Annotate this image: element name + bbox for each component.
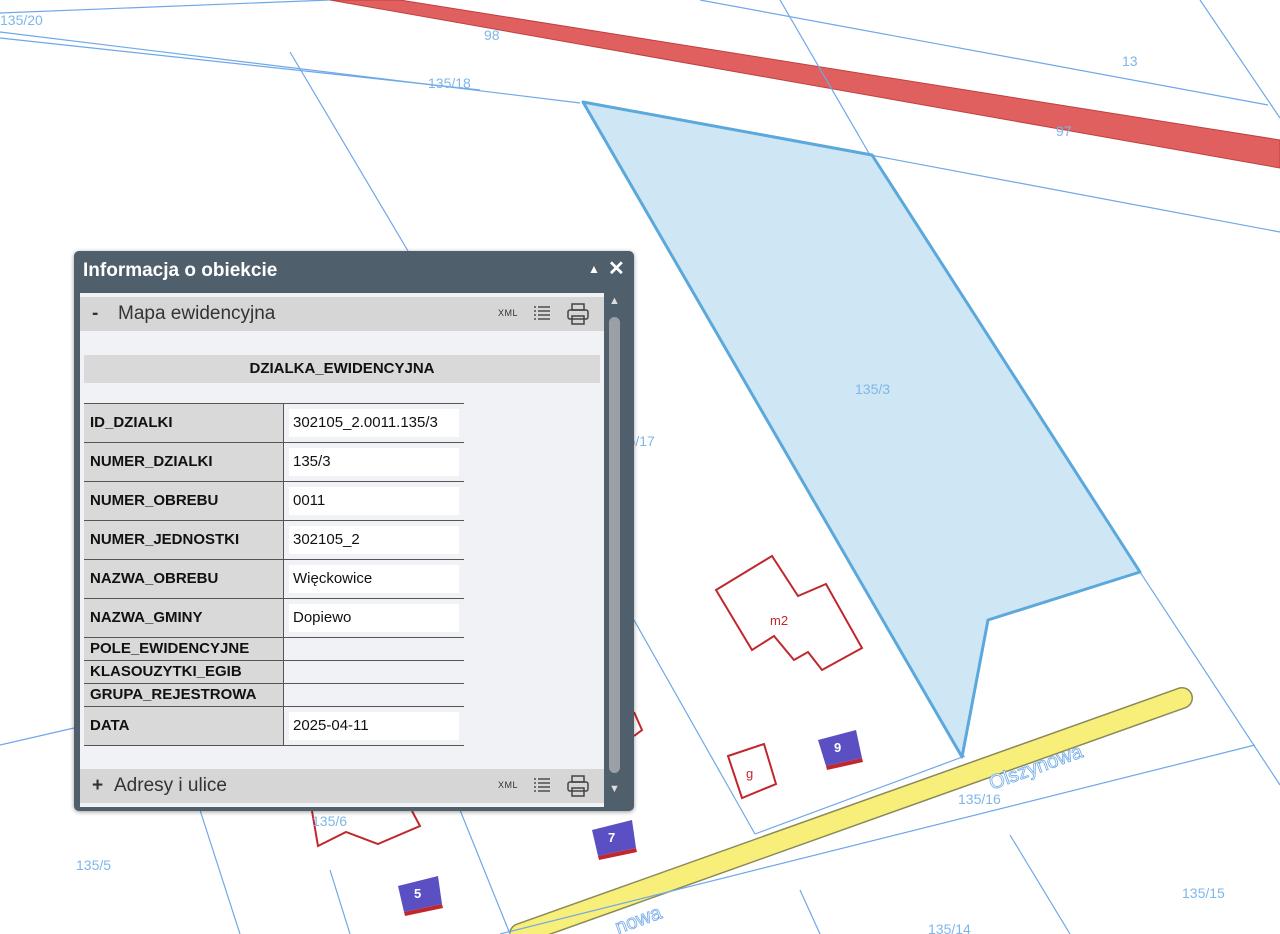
table-row: NAZWA_GMINY Dopiewo (84, 599, 464, 638)
panel-title: Informacja o obiekcie (83, 260, 278, 281)
row-value: 0011 (289, 487, 459, 515)
table-row: KLASOUZYTKI_EGIB (84, 661, 464, 684)
row-value: 135/3 (289, 448, 459, 476)
collapse-sign[interactable]: - (92, 303, 98, 325)
parcel-label-13: 13 (1122, 53, 1138, 69)
row-key: NUMER_JEDNOSTKI (84, 521, 284, 559)
building-label-m2: m2 (770, 613, 788, 628)
table-title: DZIALKA_EWIDENCYJNA (84, 355, 600, 383)
scroll-down-icon[interactable]: ▼ (609, 783, 620, 795)
selected-parcel-135-3[interactable] (581, 100, 1142, 759)
row-key: NUMER_DZIALKI (84, 443, 284, 481)
row-value: Dopiewo (289, 604, 459, 632)
row-value: Więckowice (289, 565, 459, 593)
row-key: NAZWA_OBREBU (84, 560, 284, 598)
expand-sign[interactable]: + (92, 775, 103, 797)
row-key: NUMER_OBREBU (84, 482, 284, 520)
address-number-5: 5 (414, 886, 421, 901)
panel-scrollbar[interactable]: ▲ ▼ (604, 293, 626, 807)
address-badge-9[interactable]: 9 (818, 730, 863, 770)
address-badge-5[interactable]: 5 (398, 876, 443, 916)
table-row: NAZWA_OBREBU Więckowice (84, 560, 464, 599)
object-info-panel[interactable]: Informacja o obiekcie ▲ ✕ - Mapa ewidenc… (74, 251, 634, 811)
table-row: GRUPA_REJESTROWA (84, 684, 464, 707)
parcel-label-135-5: 135/5 (76, 857, 111, 873)
section-header-adresy-i-ulice[interactable]: + Adresy i ulice XML (80, 769, 604, 803)
list-icon[interactable] (532, 304, 552, 330)
address-number-9: 9 (834, 740, 841, 755)
row-value: 302105_2 (289, 526, 459, 554)
row-key: NAZWA_GMINY (84, 599, 284, 637)
parcel-label-135-6: 135/6 (312, 813, 347, 829)
section-title[interactable]: Adresy i ulice (114, 775, 227, 797)
panel-header[interactable]: Informacja o obiekcie ▲ ✕ (74, 251, 634, 289)
building-partial-1[interactable] (633, 711, 644, 737)
table-row: NUMER_DZIALKI 135/3 (84, 443, 464, 482)
row-key: ID_DZIALKI (84, 404, 284, 442)
print-icon[interactable] (566, 302, 590, 332)
attribute-table: ID_DZIALKI 302105_2.0011.135/3 NUMER_DZI… (84, 403, 464, 746)
triangle-up-icon[interactable]: ▲ (588, 262, 600, 276)
print-icon[interactable] (566, 774, 590, 804)
table-row: DATA 2025-04-11 (84, 707, 464, 746)
building-m2[interactable] (714, 554, 864, 672)
table-row: NUMER_JEDNOSTKI 302105_2 (84, 521, 464, 560)
parcel-label-135-18: 135/18 (428, 75, 471, 91)
row-key: KLASOUZYTKI_EGIB (84, 661, 284, 683)
section-header-mapa-ewidencyjna[interactable]: - Mapa ewidencyjna XML (80, 297, 604, 331)
parcel-label-135-15: 135/15 (1182, 885, 1225, 901)
panel-body: - Mapa ewidencyjna XML DZIALKA_EWIDENCYJ… (80, 293, 604, 807)
building-label-g: g (746, 766, 753, 781)
scroll-up-icon[interactable]: ▲ (609, 295, 620, 307)
parcel-label-135-3: 135/3 (855, 381, 890, 397)
list-icon[interactable] (532, 776, 552, 802)
table-row: ID_DZIALKI 302105_2.0011.135/3 (84, 403, 464, 443)
row-value: 302105_2.0011.135/3 (289, 409, 459, 437)
table-row: NUMER_OBREBU 0011 (84, 482, 464, 521)
scroll-thumb[interactable] (609, 317, 620, 773)
parcel-label-97: 97 (1056, 123, 1072, 139)
close-icon[interactable]: ✕ (608, 256, 625, 281)
parcel-label-135-20: 135/20 (0, 12, 43, 28)
xml-export-button[interactable]: XML (498, 308, 518, 318)
row-key: GRUPA_REJESTROWA (84, 684, 284, 706)
row-key: DATA (84, 707, 284, 745)
parcel-label-135-14: 135/14 (928, 921, 971, 934)
parcel-label-98: 98 (484, 27, 500, 43)
xml-export-button[interactable]: XML (498, 780, 518, 790)
section-title[interactable]: Mapa ewidencyjna (118, 303, 275, 325)
table-row: POLE_EWIDENCYJNE (84, 638, 464, 661)
address-number-7: 7 (608, 830, 615, 845)
row-value: 2025-04-11 (289, 712, 459, 740)
address-badge-7[interactable]: 7 (592, 820, 637, 860)
row-key: POLE_EWIDENCYJNE (84, 638, 284, 660)
